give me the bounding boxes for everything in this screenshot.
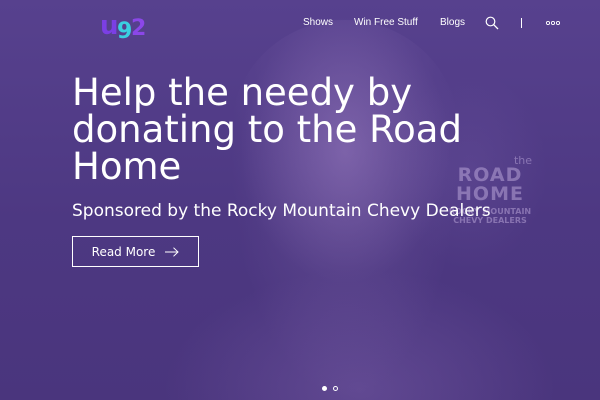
nav-item-shows[interactable]: Shows [303,16,333,30]
read-more-button[interactable]: Read More [72,236,199,267]
search-icon[interactable] [485,16,499,30]
slider-dot-1[interactable] [322,386,327,391]
arrow-right-icon [165,246,180,257]
hero-banner: the ROAD HOME ROCKY MOUNTAIN CHEVY DEALE… [0,0,600,400]
nav-item-blogs[interactable]: Blogs [440,16,465,30]
main-nav: Shows Win Free Stuff Blogs [0,16,600,32]
nav-divider [521,18,522,28]
slider-pagination [322,386,338,392]
read-more-label: Read More [91,244,156,259]
slider-dot-2[interactable] [333,386,338,391]
hero-subheadline: Sponsored by the Rocky Mountain Chevy De… [72,201,491,221]
hero-headline: Help the needy by donating to the Road H… [72,71,462,188]
nav-item-win-free-stuff[interactable]: Win Free Stuff [354,16,418,30]
more-dots-icon[interactable] [545,18,561,28]
site-header: u 9 2 Shows Win Free Stuff Blogs [0,0,600,46]
